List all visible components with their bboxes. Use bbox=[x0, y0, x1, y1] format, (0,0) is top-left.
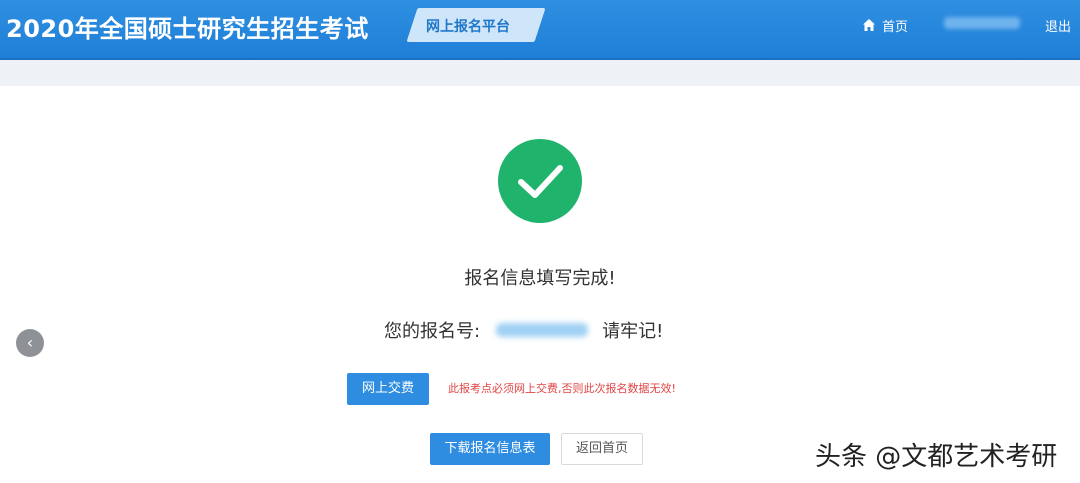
registration-prefix: 您的报名号: bbox=[384, 321, 481, 342]
home-icon bbox=[862, 18, 876, 32]
payment-warning: 此报考点必须网上交费,否则此次报名数据无效! bbox=[448, 382, 676, 395]
blurred-registration-number bbox=[496, 323, 589, 337]
carousel-prev-button[interactable]: ‹ bbox=[16, 329, 44, 357]
top-header: 2020年全国硕士研究生招生考试 网上报名平台 首页 退出 bbox=[0, 0, 1080, 60]
logout-link[interactable]: 退出 bbox=[1045, 16, 1071, 35]
check-circle-icon bbox=[498, 139, 582, 223]
platform-label: 网上报名平台 bbox=[426, 19, 510, 35]
sub-bar bbox=[0, 60, 1080, 86]
success-message: 报名信息填写完成! bbox=[464, 268, 616, 289]
online-payment-button[interactable]: 网上交费 bbox=[347, 373, 429, 405]
page: 2020年全国硕士研究生招生考试 网上报名平台 首页 退出 报名信息填写完成! … bbox=[0, 0, 1080, 483]
site-title: 2020年全国硕士研究生招生考试 bbox=[6, 15, 369, 43]
registration-suffix: 请牢记! bbox=[602, 321, 664, 342]
blurred-username bbox=[944, 17, 1020, 29]
nav-home-label: 首页 bbox=[882, 19, 909, 35]
registration-number-line: 您的报名号: 请牢记! bbox=[384, 317, 663, 343]
download-registration-form-button[interactable]: 下载报名信息表 bbox=[430, 433, 550, 465]
watermark: 头条 @文都艺术考研 bbox=[815, 442, 1058, 472]
nav-home-link[interactable]: 首页 bbox=[862, 16, 909, 35]
return-home-button[interactable]: 返回首页 bbox=[561, 433, 643, 465]
